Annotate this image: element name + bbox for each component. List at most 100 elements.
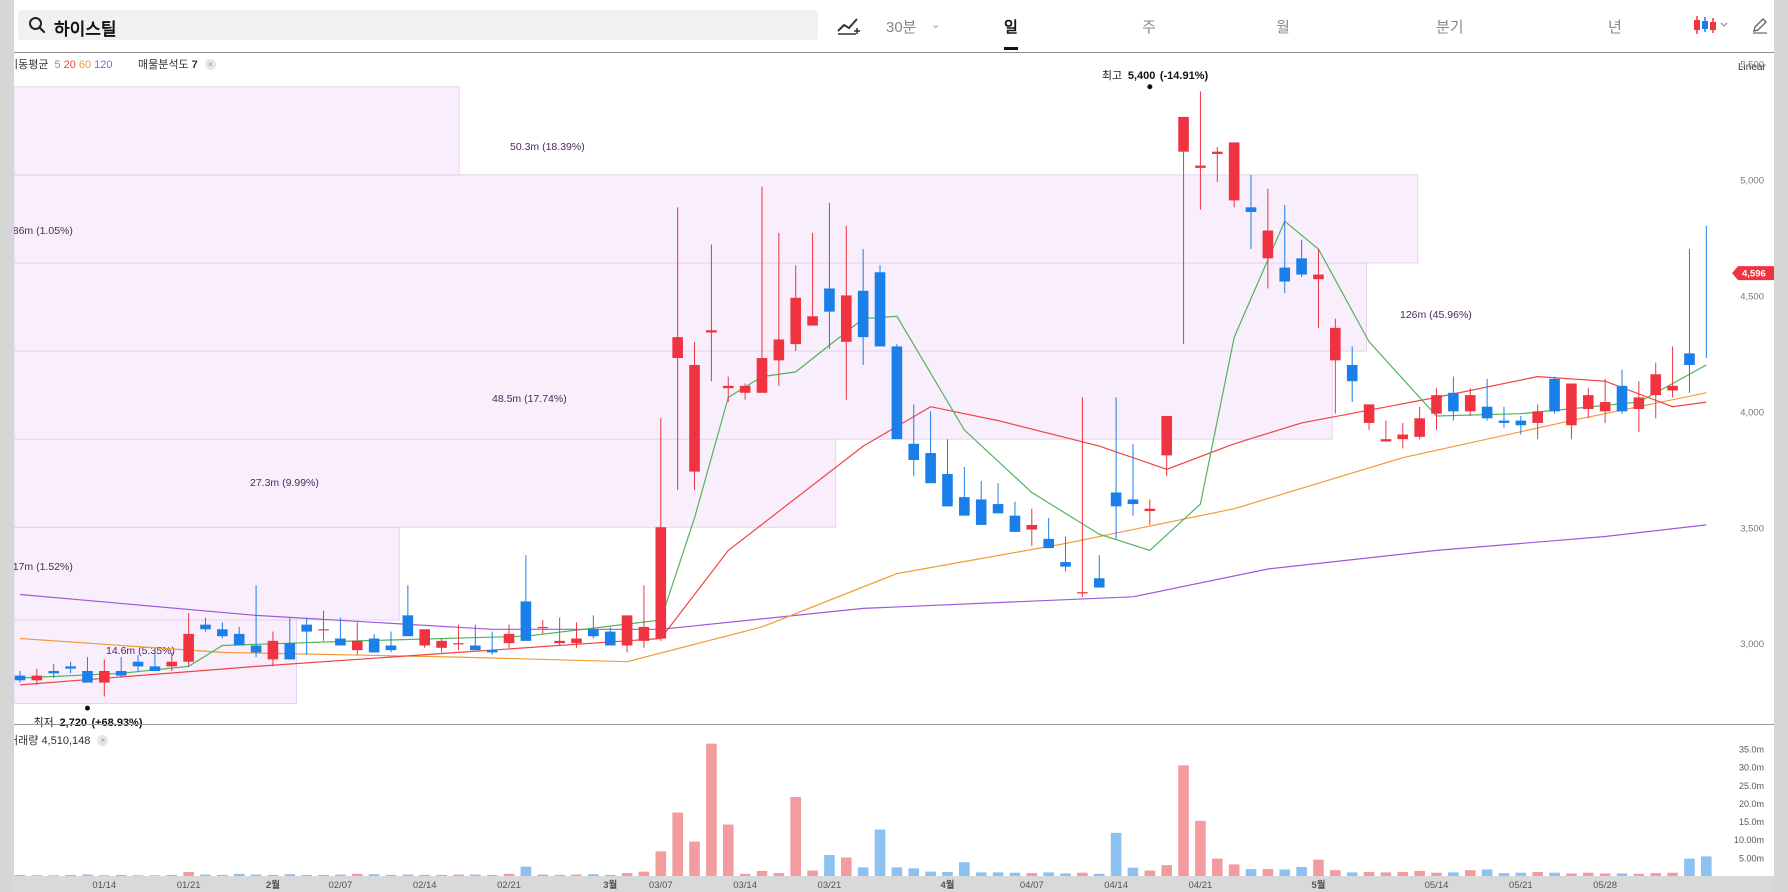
- volume-bar[interactable]: [689, 841, 700, 876]
- volume-bar[interactable]: [217, 874, 228, 876]
- candle-body[interactable]: [1448, 392, 1459, 412]
- volume-bar[interactable]: [183, 872, 194, 876]
- candle-body[interactable]: [183, 633, 194, 662]
- volume-profile-bar[interactable]: [14, 174, 1419, 264]
- volume-bar[interactable]: [1211, 858, 1223, 876]
- candle-body[interactable]: [706, 330, 717, 333]
- volume-bar[interactable]: [1346, 872, 1358, 876]
- volume-bar[interactable]: [436, 874, 447, 876]
- candle-body[interactable]: [318, 629, 329, 631]
- volume-bar[interactable]: [773, 873, 785, 876]
- volume-bar[interactable]: [756, 870, 768, 876]
- candle-body[interactable]: [638, 626, 650, 641]
- candle-body[interactable]: [992, 504, 1004, 514]
- volume-bar[interactable]: [1161, 865, 1173, 876]
- volume-bar[interactable]: [469, 874, 481, 876]
- candle-body[interactable]: [689, 364, 700, 472]
- volume-bar[interactable]: [48, 875, 60, 876]
- candle-body[interactable]: [1650, 374, 1662, 396]
- volume-bar[interactable]: [1566, 873, 1577, 876]
- volume-bar[interactable]: [1498, 873, 1510, 876]
- candle-body[interactable]: [1178, 116, 1189, 152]
- volume-bar[interactable]: [99, 875, 110, 876]
- candle-body[interactable]: [200, 624, 211, 630]
- candle-body[interactable]: [807, 316, 818, 326]
- candle-body[interactable]: [48, 670, 60, 674]
- volume-bar[interactable]: [1060, 873, 1071, 876]
- candle-body[interactable]: [14, 675, 26, 681]
- candle-body[interactable]: [554, 640, 565, 644]
- candle-body[interactable]: [1532, 411, 1543, 423]
- candle-body[interactable]: [132, 661, 144, 667]
- volume-bar[interactable]: [942, 872, 953, 876]
- candle-body[interactable]: [1093, 578, 1105, 588]
- volume-bar[interactable]: [1701, 856, 1712, 876]
- volume-bar[interactable]: [638, 871, 650, 876]
- volume-bar[interactable]: [250, 874, 262, 876]
- candle-body[interactable]: [1566, 383, 1577, 426]
- candle-body[interactable]: [1582, 395, 1594, 410]
- volume-bar[interactable]: [874, 829, 886, 876]
- volume-bar[interactable]: [1093, 873, 1105, 876]
- volume-bar[interactable]: [301, 874, 312, 876]
- candle-body[interactable]: [1127, 499, 1139, 505]
- volume-bar[interactable]: [908, 868, 920, 876]
- volume-bar[interactable]: [149, 875, 161, 876]
- volume-bar[interactable]: [1397, 872, 1409, 876]
- volume-bar[interactable]: [1330, 870, 1341, 876]
- volume-bar[interactable]: [790, 796, 802, 876]
- volume-bar[interactable]: [14, 874, 26, 876]
- volume-bar[interactable]: [672, 812, 683, 876]
- candle-body[interactable]: [1043, 538, 1054, 549]
- candle-body[interactable]: [621, 615, 633, 646]
- candle-body[interactable]: [739, 385, 751, 393]
- volume-bar[interactable]: [1228, 864, 1240, 876]
- volume-legend[interactable]: 거래량 4,510,148 ×: [14, 732, 109, 748]
- candle-body[interactable]: [824, 288, 835, 312]
- candle-body[interactable]: [1515, 420, 1527, 426]
- candle-body[interactable]: [942, 473, 953, 507]
- candle-body[interactable]: [469, 645, 481, 651]
- candle-body[interactable]: [31, 675, 43, 681]
- volume-bar[interactable]: [1616, 873, 1628, 876]
- candle-body[interactable]: [1667, 385, 1678, 391]
- candle-body[interactable]: [65, 666, 76, 669]
- volume-bar[interactable]: [1414, 870, 1425, 876]
- volume-bar[interactable]: [1296, 866, 1307, 876]
- volume-bar[interactable]: [1245, 869, 1257, 876]
- volume-bar[interactable]: [486, 874, 498, 876]
- candle-body[interactable]: [1498, 420, 1510, 423]
- volume-bar[interactable]: [1262, 869, 1274, 876]
- volume-bar[interactable]: [1110, 832, 1122, 876]
- candle-body[interactable]: [1161, 415, 1173, 456]
- candle-body[interactable]: [1228, 142, 1240, 201]
- volume-bar[interactable]: [453, 874, 464, 876]
- candle-body[interactable]: [1211, 151, 1223, 155]
- volume-bar[interactable]: [824, 854, 835, 876]
- volume-bar[interactable]: [1009, 872, 1021, 876]
- candle-body[interactable]: [1684, 353, 1695, 365]
- candle-body[interactable]: [335, 638, 346, 646]
- candle-body[interactable]: [1346, 364, 1358, 382]
- volume-bar[interactable]: [1448, 872, 1459, 876]
- volume-bar[interactable]: [1515, 872, 1527, 876]
- volume-bar[interactable]: [503, 873, 515, 876]
- volume-bar[interactable]: [655, 851, 667, 876]
- price-chart[interactable]: 14.6m (5.35%)4.17m (1.52%)27.3m (9.99%)4…: [14, 0, 1774, 892]
- candle-body[interactable]: [588, 629, 599, 637]
- candle-body[interactable]: [1380, 439, 1392, 442]
- volume-bar[interactable]: [1532, 872, 1543, 876]
- volume-bar[interactable]: [571, 874, 582, 876]
- candle-body[interactable]: [1313, 274, 1324, 280]
- volume-bar[interactable]: [1582, 872, 1594, 876]
- candle-body[interactable]: [1633, 397, 1645, 410]
- volume-bar[interactable]: [267, 874, 279, 876]
- volume-bar[interactable]: [82, 874, 93, 876]
- volume-bar[interactable]: [807, 870, 818, 876]
- volume-bar[interactable]: [132, 875, 144, 876]
- volume-bar[interactable]: [1178, 765, 1189, 876]
- volume-bar[interactable]: [335, 874, 346, 876]
- candle-body[interactable]: [1026, 524, 1038, 530]
- volume-bar[interactable]: [1144, 870, 1156, 876]
- candle-body[interactable]: [1397, 434, 1409, 440]
